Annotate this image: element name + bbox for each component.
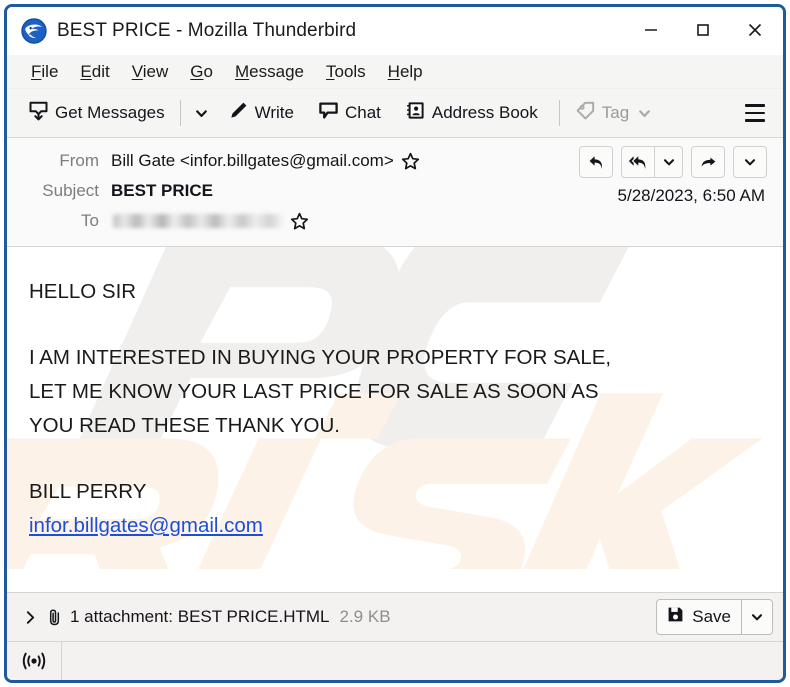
pencil-icon: [228, 100, 249, 126]
message-body: HELLO SIR I AM INTERESTED IN BUYING YOUR…: [7, 247, 783, 592]
reply-button[interactable]: [579, 146, 613, 178]
menu-item-help[interactable]: Help: [378, 60, 433, 84]
menu-item-view[interactable]: View: [122, 60, 179, 84]
paperclip-icon: [45, 608, 64, 627]
body-line-4: YOU READ THESE THANK YOU.: [29, 414, 340, 437]
body-line-3: LET ME KNOW YOUR LAST PRICE FOR SALE AS …: [29, 380, 599, 403]
menu-item-tools[interactable]: Tools: [316, 60, 376, 84]
thunderbird-window: BEST PRICE - Mozilla Thunderbird File Ed…: [4, 4, 786, 683]
hamburger-menu-icon: [745, 103, 765, 107]
attachment-bar: 1 attachment: BEST PRICE.HTML 2.9 KB Sav…: [7, 592, 783, 641]
reply-all-group: [621, 146, 683, 178]
header-row-to: To: [7, 206, 783, 236]
body-line-1: HELLO SIR: [29, 280, 137, 303]
body-email-link[interactable]: infor.billgates@gmail.com: [29, 509, 263, 543]
chevron-down-icon: [744, 159, 756, 166]
star-recipient-icon[interactable]: [290, 212, 309, 231]
save-disk-icon: [666, 605, 685, 629]
chevron-down-icon: [196, 109, 208, 117]
menu-bar: File Edit View Go Message Tools Help: [7, 55, 783, 89]
save-dropdown-button[interactable]: [741, 600, 772, 634]
write-button[interactable]: Write: [221, 95, 301, 131]
title-bar: BEST PRICE - Mozilla Thunderbird: [7, 7, 783, 55]
save-label: Save: [692, 607, 731, 626]
minimize-button[interactable]: [625, 7, 677, 53]
message-header: From Bill Gate <infor.billgates@gmail.co…: [7, 138, 783, 247]
reply-all-button[interactable]: [621, 146, 655, 178]
get-messages-label: Get Messages: [55, 103, 165, 122]
maximize-button[interactable]: [677, 7, 729, 53]
attachment-size: 2.9 KB: [339, 607, 391, 626]
window-title: BEST PRICE - Mozilla Thunderbird: [57, 20, 357, 41]
save-button-group: Save: [656, 599, 773, 635]
menu-item-message[interactable]: Message: [225, 60, 314, 84]
toolbar-separator-2: [558, 100, 560, 126]
get-messages-icon: [28, 100, 49, 126]
subject-label: Subject: [42, 181, 99, 200]
window-controls: [625, 7, 781, 53]
message-date: 5/28/2023, 6:50 AM: [617, 186, 765, 205]
chevron-down-icon: [663, 159, 674, 166]
body-spacer-1: [29, 309, 783, 341]
save-button[interactable]: Save: [657, 600, 741, 634]
message-body-text: HELLO SIR I AM INTERESTED IN BUYING YOUR…: [29, 275, 783, 543]
address-book-icon: [405, 100, 426, 126]
chat-button[interactable]: Chat: [311, 95, 388, 131]
chevron-down-icon: [751, 614, 763, 621]
minimize-icon: [645, 29, 657, 31]
subject-value: BEST PRICE: [111, 181, 214, 200]
body-spacer-2: [29, 443, 783, 475]
tag-icon: [575, 100, 596, 126]
get-messages-dropdown-button[interactable]: [189, 96, 215, 130]
chevron-right-icon: [26, 610, 34, 624]
close-button[interactable]: [729, 7, 781, 53]
body-signature-name: BILL PERRY: [29, 480, 147, 503]
chat-bubble-icon: [318, 100, 339, 126]
tag-label: Tag: [601, 103, 630, 122]
address-book-label: Address Book: [431, 103, 538, 122]
online-status-button[interactable]: [7, 642, 62, 680]
forward-icon: [701, 157, 715, 167]
attachment-expand-button[interactable]: [17, 609, 43, 626]
from-value[interactable]: Bill Gate <infor.billgates@gmail.com>: [111, 151, 394, 171]
thunderbird-icon: [21, 18, 47, 44]
reply-all-dropdown-button[interactable]: [655, 146, 683, 178]
more-actions-dropdown-button[interactable]: [733, 146, 767, 178]
write-label: Write: [254, 103, 294, 122]
tag-button[interactable]: Tag: [568, 95, 659, 131]
menu-item-go[interactable]: Go: [180, 60, 223, 84]
get-messages-button[interactable]: Get Messages: [21, 95, 172, 131]
to-label: To: [81, 211, 99, 230]
maximize-icon: [697, 24, 709, 36]
message-action-buttons: [571, 146, 767, 178]
app-menu-button[interactable]: [737, 95, 773, 131]
reply-icon: [589, 155, 602, 169]
menu-item-edit[interactable]: Edit: [70, 60, 119, 84]
address-book-button[interactable]: Address Book: [398, 95, 545, 131]
from-label: From: [59, 151, 99, 170]
menu-item-file[interactable]: File: [21, 60, 68, 84]
reply-all-icon: [628, 155, 646, 169]
body-line-2: I AM INTERESTED IN BUYING YOUR PROPERTY …: [29, 346, 612, 369]
star-sender-icon[interactable]: [401, 152, 420, 171]
status-bar: [7, 641, 783, 680]
forward-button[interactable]: [691, 146, 725, 178]
chat-label: Chat: [344, 103, 381, 122]
attachment-label[interactable]: 1 attachment: BEST PRICE.HTML: [70, 607, 330, 627]
tag-dropdown-icon[interactable]: [637, 106, 652, 121]
close-icon: [748, 23, 762, 37]
to-value-redacted[interactable]: [113, 214, 283, 228]
toolbar-separator-1: [179, 100, 181, 126]
online-status-icon: [22, 652, 46, 670]
main-toolbar: Get Messages Write Chat Address Book Tag: [7, 89, 783, 138]
